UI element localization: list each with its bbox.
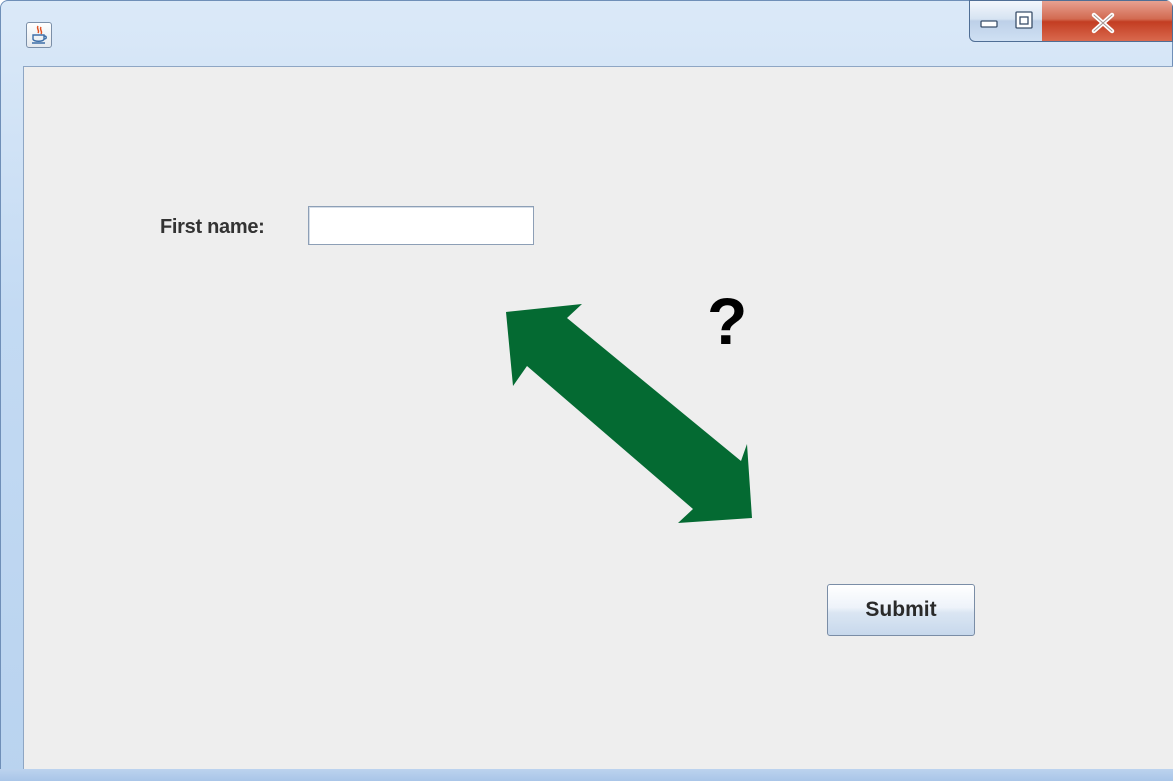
question-mark: ? bbox=[707, 284, 748, 358]
submit-button[interactable]: Submit bbox=[827, 584, 975, 636]
double-headed-arrow-icon bbox=[506, 304, 752, 523]
